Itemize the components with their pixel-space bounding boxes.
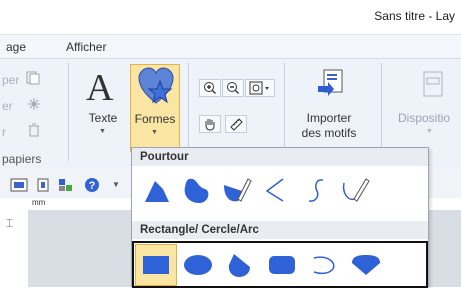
pourtour-header: Pourtour [132,148,428,166]
arc-shape-button[interactable] [304,245,344,285]
zoom-in-icon [204,82,216,94]
grid-icon[interactable] [26,97,42,114]
zoom-in-button[interactable] [199,79,221,97]
zoom-out-icon [227,82,239,94]
layout-icon [422,70,446,103]
disposition-button[interactable]: Dispositio ▼ [392,64,461,152]
chevron-down-icon: ▼ [426,128,433,135]
arc-icon [313,256,335,275]
ghost-label-3[interactable]: r [2,125,6,139]
rectangle-shape-button[interactable] [135,244,177,286]
freehand-line-button[interactable] [336,170,376,210]
pin-icon[interactable]: ⌶ [6,216,13,231]
hand-icon [205,119,215,131]
menu-item-afficher[interactable]: Afficher [66,40,106,54]
menu-bar: age Afficher [0,34,461,59]
vertical-ruler: ⌶ [0,210,29,287]
rectangle-icon [143,256,169,274]
pan-button[interactable] [199,115,221,133]
menu-item-image[interactable]: age [6,40,26,54]
texte-button[interactable]: A Texte ▼ [80,64,126,152]
text-a-icon: A [86,67,114,109]
import-icon [316,68,344,103]
curve-button[interactable] [296,170,336,210]
chevron-down-icon: ▼ [99,128,106,135]
diamond-icon [352,255,380,275]
measure-button[interactable] [225,115,247,133]
shapes-icon [137,67,175,110]
view-icon[interactable] [10,178,28,195]
diamond-shape-button[interactable] [346,245,386,285]
rect-circle-arc-row [132,241,428,288]
ellipse-icon [184,255,212,275]
pie-icon [228,254,250,277]
layers-icon[interactable] [58,178,74,195]
formes-button[interactable]: Formes ▼ [130,64,180,152]
page-icon[interactable] [36,178,50,195]
freehand-line-icon [342,178,370,202]
importer-motifs-button[interactable]: Importer des motifs [294,64,364,152]
ghost-label-1[interactable]: per [2,73,19,87]
polygon-icon [145,181,169,202]
pie-shape-button[interactable] [220,245,260,285]
des-motifs-label: des motifs [301,126,357,140]
group-separator [68,63,69,161]
chevron-down-icon[interactable]: ▼ [112,180,120,189]
zoom-fit-icon [249,81,269,95]
window-title: Sans titre - Lay [374,9,455,23]
rounded-rectangle-icon [269,256,295,274]
zoom-out-button[interactable] [222,79,244,97]
ellipse-shape-button[interactable] [178,245,218,285]
chevron-down-icon: ▼ [151,129,158,136]
ruler-icon [230,118,243,131]
title-bar: Sans titre - Lay [0,0,461,34]
ruler-unit: mm [32,198,46,207]
importer-label: Importer [306,111,352,125]
freehand-fill-button[interactable] [216,170,256,210]
curve-icon [308,179,324,202]
polyline-icon [265,178,284,202]
disposition-label: Dispositio [398,111,451,125]
freehand-fill-icon [224,178,252,202]
formes-dropdown: Pourtour Rectangle/ Cercle/Arc [131,147,429,288]
rounded-rectangle-button[interactable] [262,245,302,285]
help-icon[interactable]: ? [84,177,100,196]
trash-icon[interactable] [28,123,40,140]
texte-label: Texte [88,111,118,125]
formes-label: Formes [134,112,176,126]
polyline-button[interactable] [256,170,296,210]
rect-circle-arc-header: Rectangle/ Cercle/Arc [132,221,428,239]
blob-shape-button[interactable] [176,170,216,210]
ghost-label-2[interactable]: er [2,99,13,113]
polygon-shape-button[interactable] [136,170,176,210]
copy-icon[interactable] [26,71,40,88]
group-label-papiers: papiers [2,152,42,166]
blob-icon [184,178,209,203]
zoom-options-button[interactable] [245,79,275,97]
svg-text:?: ? [89,180,96,192]
